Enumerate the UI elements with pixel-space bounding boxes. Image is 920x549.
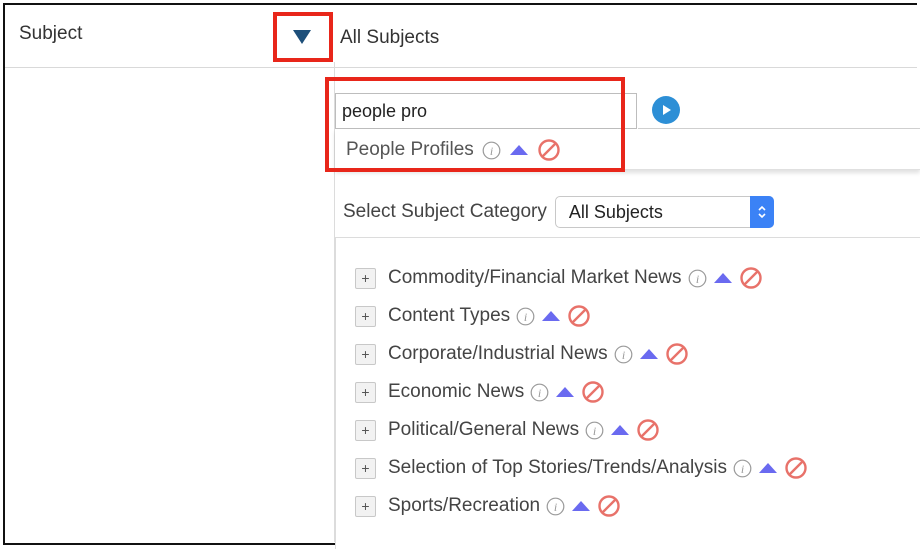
- up-arrow-icon[interactable]: [509, 144, 529, 156]
- tree-item-label[interactable]: Economic News: [388, 381, 524, 403]
- tree-item-label[interactable]: Selection of Top Stories/Trends/Analysis: [388, 457, 727, 479]
- expand-button[interactable]: +: [355, 419, 376, 441]
- subject-header-row: [5, 5, 917, 68]
- info-icon[interactable]: i: [733, 459, 752, 478]
- info-icon[interactable]: i: [516, 307, 535, 326]
- expand-button[interactable]: +: [355, 343, 376, 365]
- info-icon[interactable]: i: [482, 141, 501, 160]
- plus-icon: +: [361, 384, 370, 400]
- info-icon[interactable]: i: [585, 421, 604, 440]
- block-icon[interactable]: [784, 456, 808, 480]
- tree-item-label[interactable]: Sports/Recreation: [388, 495, 540, 517]
- play-circle-icon: [663, 105, 671, 115]
- up-arrow-icon[interactable]: [541, 310, 561, 322]
- plus-icon: +: [361, 498, 370, 514]
- subject-category-select[interactable]: All Subjects: [554, 196, 774, 228]
- svg-text:i: i: [490, 144, 493, 158]
- tree-item-label[interactable]: Commodity/Financial Market News: [388, 267, 682, 289]
- up-arrow-icon[interactable]: [758, 462, 778, 474]
- subject-search-input[interactable]: [335, 93, 637, 129]
- block-icon[interactable]: [537, 138, 561, 162]
- selected-subject-value: All Subjects: [340, 27, 440, 48]
- toggle-highlight-box: [273, 12, 333, 62]
- up-arrow-icon[interactable]: [713, 272, 733, 284]
- tree-item-4: + Economic News i: [355, 380, 605, 404]
- svg-text:i: i: [554, 500, 557, 514]
- suggestion-label[interactable]: People Profiles: [346, 139, 474, 161]
- tree-item-1: + Commodity/Financial Market News i: [355, 266, 763, 290]
- tree-item-6: + Selection of Top Stories/Trends/Analys…: [355, 456, 808, 480]
- tree-item-label[interactable]: Content Types: [388, 305, 510, 327]
- expand-button[interactable]: +: [355, 495, 376, 517]
- block-icon[interactable]: [665, 342, 689, 366]
- svg-text:i: i: [524, 310, 527, 324]
- tree-item-label[interactable]: Political/General News: [388, 419, 579, 441]
- search-go-button[interactable]: [652, 96, 680, 124]
- info-icon[interactable]: i: [546, 497, 565, 516]
- up-arrow-icon[interactable]: [555, 386, 575, 398]
- plus-icon: +: [361, 460, 370, 476]
- svg-text:i: i: [621, 348, 624, 362]
- info-icon[interactable]: i: [530, 383, 549, 402]
- svg-text:i: i: [695, 272, 698, 286]
- autocomplete-suggestion[interactable]: People Profiles i: [346, 138, 561, 162]
- block-icon[interactable]: [581, 380, 605, 404]
- svg-text:i: i: [741, 462, 744, 476]
- plus-icon: +: [361, 422, 370, 438]
- expand-button[interactable]: +: [355, 381, 376, 403]
- up-arrow-icon[interactable]: [639, 348, 659, 360]
- block-icon[interactable]: [739, 266, 763, 290]
- info-icon[interactable]: i: [614, 345, 633, 364]
- expand-button[interactable]: +: [355, 267, 376, 289]
- tree-item-2: + Content Types i: [355, 304, 591, 328]
- category-selector-row: Select Subject Category All Subjects: [343, 196, 774, 228]
- tree-item-3: + Corporate/Industrial News i: [355, 342, 689, 366]
- svg-text:i: i: [538, 386, 541, 400]
- block-icon[interactable]: [636, 418, 660, 442]
- tree-item-7: + Sports/Recreation i: [355, 494, 621, 518]
- category-label: Select Subject Category: [343, 201, 547, 222]
- block-icon[interactable]: [597, 494, 621, 518]
- plus-icon: +: [361, 308, 370, 324]
- plus-icon: +: [361, 346, 370, 362]
- expand-button[interactable]: +: [355, 305, 376, 327]
- expand-button[interactable]: +: [355, 457, 376, 479]
- subject-field-label: Subject: [19, 23, 83, 44]
- block-icon[interactable]: [567, 304, 591, 328]
- select-arrows-icon: [749, 196, 774, 228]
- category-selected-value: All Subjects: [568, 201, 663, 222]
- plus-icon: +: [361, 270, 370, 286]
- up-arrow-icon[interactable]: [571, 500, 591, 512]
- tree-item-label[interactable]: Corporate/Industrial News: [388, 343, 608, 365]
- info-icon[interactable]: i: [688, 269, 707, 288]
- tree-item-5: + Political/General News i: [355, 418, 660, 442]
- up-arrow-icon[interactable]: [610, 424, 630, 436]
- svg-text:i: i: [593, 424, 596, 438]
